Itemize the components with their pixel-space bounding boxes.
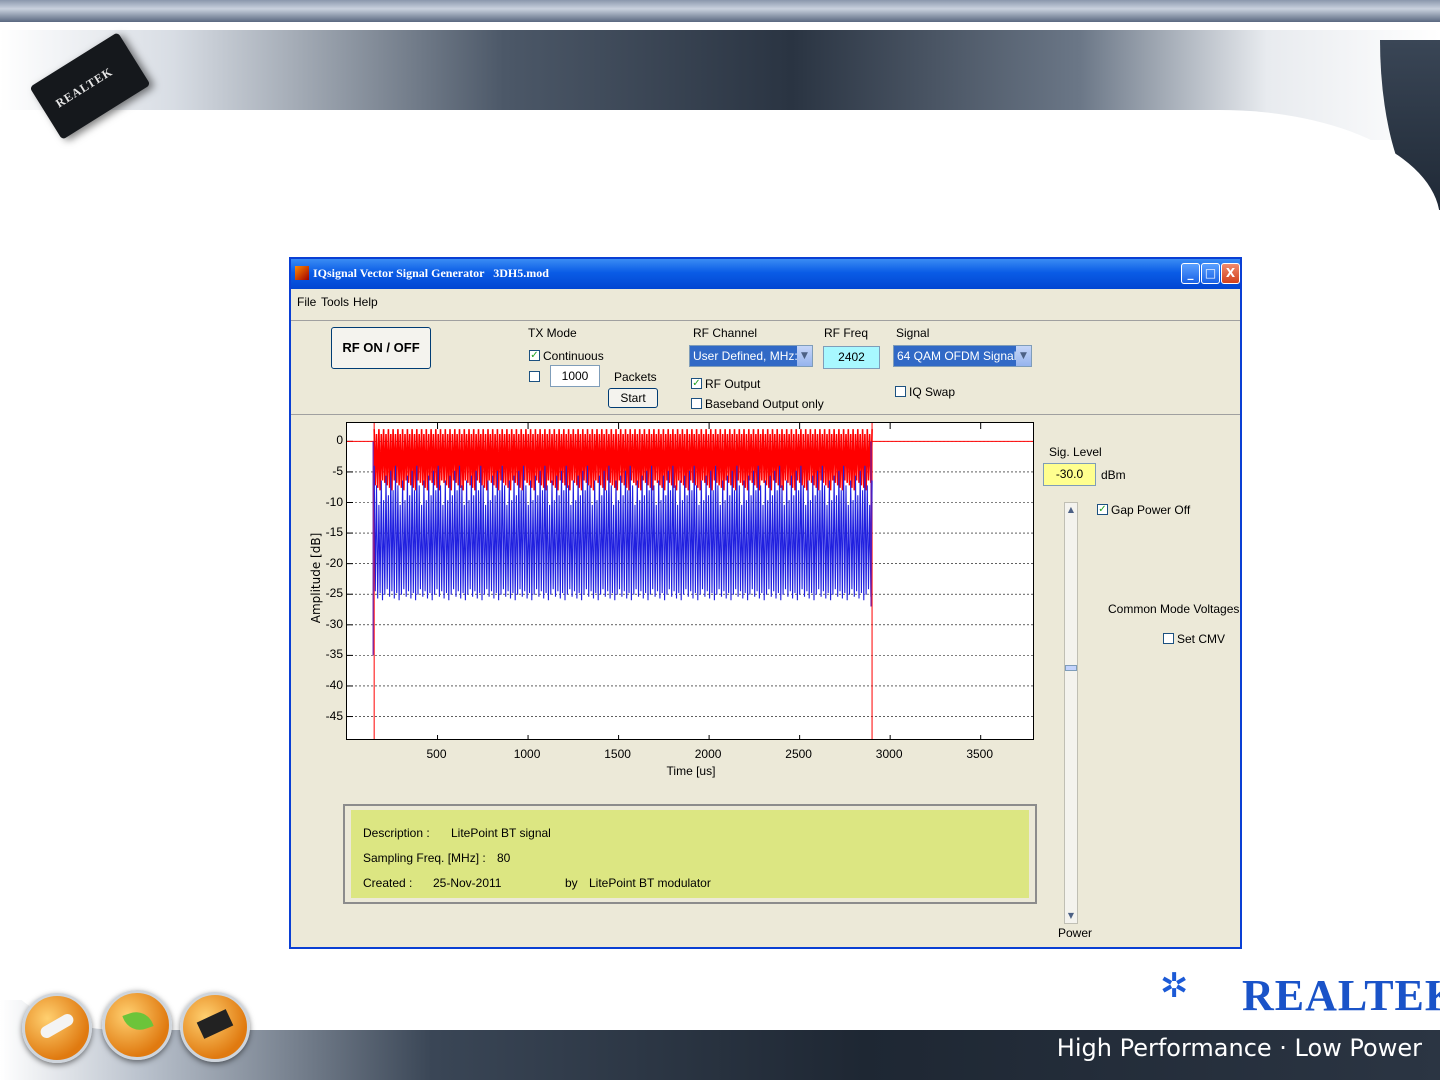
amplitude-plot	[346, 422, 1034, 740]
matlab-icon	[295, 266, 309, 280]
packets-input[interactable]: 1000	[550, 365, 600, 387]
continuous-label: Continuous	[543, 349, 604, 363]
desc-label: Description :	[363, 826, 430, 840]
window-title: IQsignal Vector Signal Generator 3DH5.mo…	[313, 266, 549, 280]
title-bar[interactable]: IQsignal Vector Signal Generator 3DH5.mo…	[291, 259, 1240, 289]
desc-value: LitePoint BT signal	[451, 826, 551, 840]
x-tick-label-0: 500	[426, 747, 447, 761]
sig-level-unit: dBm	[1101, 468, 1126, 482]
plot-canvas	[347, 423, 1033, 739]
sig-level-input[interactable]: -30.0	[1043, 463, 1096, 486]
tagline: High Performance · Low Power	[1056, 1034, 1422, 1062]
cmv-title: Common Mode Voltages	[1108, 602, 1240, 616]
gap-power-off-label: Gap Power Off	[1111, 503, 1191, 517]
set-cmv-checkbox[interactable]	[1163, 633, 1174, 644]
rf-freq-label: RF Freq	[824, 326, 869, 340]
chevron-down-icon[interactable]: ▼	[1016, 346, 1031, 366]
rf-channel-value: User Defined, MHz:	[693, 349, 798, 363]
y-tick-label-5: -25	[325, 586, 343, 601]
tx-mode-label: TX Mode	[528, 326, 577, 340]
feather-circle-icon	[22, 993, 92, 1063]
slider-thumb[interactable]	[1065, 665, 1077, 671]
description-panel: Description : LitePoint BT signal Sampli…	[343, 804, 1037, 904]
packets-checkbox[interactable]	[529, 371, 540, 382]
created-value: 25-Nov-2011	[433, 876, 502, 890]
close-button[interactable]: X	[1221, 263, 1240, 284]
created-label: Created :	[363, 876, 413, 890]
rf-channel-label: RF Channel	[693, 326, 758, 340]
sampling-freq-label: Sampling Freq. [MHz] :	[363, 851, 486, 865]
x-tick-label-6: 3500	[966, 747, 994, 761]
series-envelope	[373, 429, 873, 491]
iq-swap-checkbox[interactable]	[895, 386, 906, 397]
sig-level-label: Sig. Level	[1049, 445, 1102, 459]
gap-power-off-checkbox[interactable]: ✓	[1097, 504, 1108, 515]
rf-on-off-button[interactable]: RF ON / OFF	[331, 327, 431, 369]
slider-down-icon[interactable]: ▼	[1065, 909, 1077, 923]
sampling-freq-value: 80	[497, 851, 511, 865]
brand-name: REALTEK	[1242, 971, 1440, 1020]
maximize-button[interactable]: □	[1201, 263, 1220, 284]
control-panel: RF ON / OFF TX Mode ✓ Continuous 1000 Pa…	[291, 320, 1240, 415]
signal-value: 64 QAM OFDM Signal	[897, 349, 1017, 363]
chevron-down-icon[interactable]: ▼	[797, 346, 812, 366]
y-tick-label-2: -10	[325, 494, 343, 509]
x-axis-label: Time [us]	[666, 764, 716, 778]
crab-logo-icon: ✲	[1160, 966, 1189, 1006]
menu-file[interactable]: File	[297, 295, 316, 309]
y-tick-label-7: -35	[325, 647, 343, 662]
iq-swap-label: IQ Swap	[909, 385, 956, 399]
by-value: LitePoint BT modulator	[589, 876, 711, 890]
rf-output-label: RF Output	[705, 377, 761, 391]
app-window: IQsignal Vector Signal Generator 3DH5.mo…	[289, 257, 1242, 949]
y-tick-label-3: -15	[325, 525, 343, 540]
realtek-brand: ✲ REALTEK	[1160, 962, 1440, 1032]
minimize-button[interactable]: _	[1181, 263, 1200, 284]
signal-select[interactable]: 64 QAM OFDM Signal ▼	[893, 345, 1032, 367]
y-tick-label-0: 0	[336, 433, 343, 448]
x-tick-label-1: 1000	[513, 747, 541, 761]
y-tick-label-4: -20	[325, 555, 343, 570]
packets-label: Packets	[614, 370, 657, 384]
menu-tools[interactable]: Tools	[321, 295, 349, 309]
y-tick-label-6: -30	[325, 616, 343, 631]
signal-label: Signal	[896, 326, 930, 340]
x-tick-label-4: 2500	[785, 747, 812, 761]
top-strip	[0, 0, 1440, 22]
set-cmv-label: Set CMV	[1177, 632, 1226, 646]
y-tick-label-9: -45	[325, 708, 343, 723]
y-tick-label-1: -5	[332, 463, 343, 478]
power-slider[interactable]: ▲ ▼	[1064, 502, 1078, 924]
x-tick-label-3: 2000	[694, 747, 722, 761]
chip-logo-text: REALTEK	[53, 64, 116, 111]
y-tick-label-8: -40	[325, 677, 343, 692]
baseband-checkbox[interactable]	[691, 398, 702, 409]
chip-circle-icon	[180, 992, 250, 1062]
start-button[interactable]: Start	[608, 388, 658, 408]
continuous-checkbox[interactable]: ✓	[529, 350, 540, 361]
description-box: Description : LitePoint BT signal Sampli…	[351, 810, 1029, 898]
rf-channel-select[interactable]: User Defined, MHz: ▼	[689, 345, 813, 367]
x-tick-label-5: 3000	[875, 747, 903, 761]
power-label: Power	[1058, 926, 1093, 940]
by-label: by	[565, 876, 578, 890]
slider-up-icon[interactable]: ▲	[1065, 503, 1077, 517]
rf-freq-input[interactable]: 2402	[823, 346, 880, 369]
menu-bar: File Tools Help	[291, 289, 1240, 317]
menu-help[interactable]: Help	[353, 295, 378, 309]
leaf-circle-icon	[102, 990, 172, 1060]
rf-output-checkbox[interactable]: ✓	[691, 378, 702, 389]
x-tick-label-2: 1500	[604, 747, 631, 761]
banner-white-area	[0, 110, 1440, 230]
baseband-label: Baseband Output only	[705, 397, 824, 411]
